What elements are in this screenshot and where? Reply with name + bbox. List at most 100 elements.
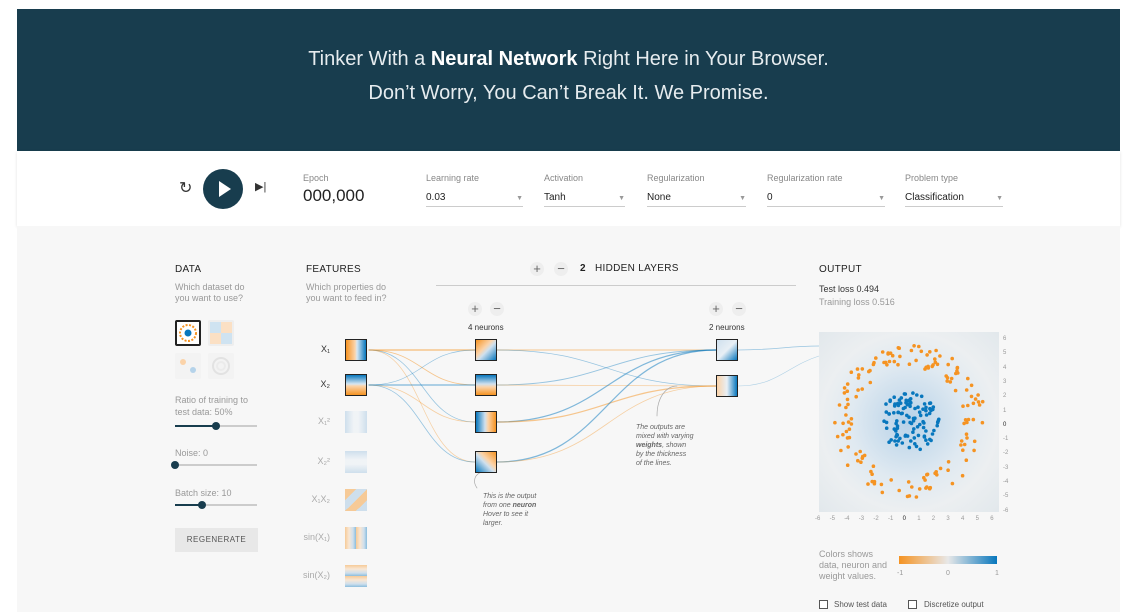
neuron-1-3[interactable]: [475, 411, 497, 433]
learning-rate-label: Learning rate: [426, 173, 480, 183]
data-point-orange: [959, 439, 964, 443]
show-test-data-checkbox[interactable]: [819, 600, 828, 609]
data-point-orange: [880, 350, 885, 354]
learning-rate-select[interactable]: 0.03 ▼: [426, 185, 523, 207]
data-point-orange: [856, 458, 860, 463]
play-icon: [219, 181, 231, 197]
data-point-blue: [903, 434, 908, 438]
neuron-note-bold: neuron: [512, 502, 537, 509]
data-point-orange: [872, 479, 877, 484]
data-point-orange: [845, 389, 850, 393]
y-tick-label: 2: [1003, 393, 1007, 400]
feature-sin-x2[interactable]: [345, 565, 367, 587]
activation-select[interactable]: Tanh ▼: [544, 185, 625, 207]
data-point-orange: [906, 480, 911, 484]
data-point-orange: [922, 475, 926, 480]
data-point-orange: [925, 485, 929, 489]
data-point-orange: [972, 448, 976, 453]
data-point-blue: [924, 405, 928, 410]
neuron-note: This is the output from one neuron Hover…: [483, 492, 536, 528]
data-point-blue: [896, 403, 901, 408]
data-point-orange: [897, 488, 901, 493]
reset-icon[interactable]: ↻: [179, 178, 192, 198]
data-point-orange: [837, 403, 842, 407]
activation-group: Activation: [544, 173, 583, 183]
feature-x1x2[interactable]: [345, 489, 367, 511]
data-point-orange: [839, 448, 843, 453]
feature-x1[interactable]: [345, 339, 367, 361]
data-point-blue: [900, 411, 904, 416]
y-tick-label: 0: [1003, 421, 1007, 428]
feature-label-sin-x1: sin(X₁): [303, 532, 330, 542]
data-point-orange: [845, 382, 850, 386]
neuron-1-1[interactable]: [475, 339, 497, 361]
data-point-blue: [921, 425, 926, 430]
feature-label-x1: X₁: [320, 344, 330, 354]
hero-title-line2: Don’t Worry, You Can’t Break It. We Prom…: [368, 82, 769, 104]
data-point-orange: [926, 364, 930, 369]
link: [368, 349, 476, 463]
chevron-down-icon: ▼: [996, 195, 1003, 202]
regularization-rate-value: 0: [767, 192, 773, 203]
data-point-orange: [912, 344, 916, 348]
discretize-output-checkbox[interactable]: [908, 600, 917, 609]
problem-type-select[interactable]: Classification ▼: [905, 185, 1003, 207]
data-point-blue: [924, 413, 929, 417]
data-point-blue: [908, 397, 913, 401]
data-point-blue: [918, 413, 923, 418]
x-tick-label: 6: [990, 516, 994, 522]
x-tick-label: -2: [873, 516, 879, 522]
neuron-1-2[interactable]: [475, 374, 497, 396]
step-icon[interactable]: ▶|: [255, 180, 266, 193]
data-point-blue: [894, 434, 898, 439]
feature-x1-squared[interactable]: [345, 411, 367, 433]
play-button[interactable]: [203, 169, 243, 209]
data-point-orange: [844, 429, 849, 434]
link: [737, 345, 820, 351]
x-tick-label: 2: [931, 516, 936, 522]
weights-note-line: mixed with varying: [636, 433, 694, 440]
data-point-orange: [872, 360, 876, 365]
regularization-rate-select[interactable]: 0 ▼: [767, 185, 885, 207]
data-point-orange: [860, 454, 865, 459]
data-point-orange: [898, 354, 902, 359]
data-point-orange: [928, 350, 932, 354]
neuron-2-2[interactable]: [716, 375, 738, 397]
regularization-group: Regularization: [647, 173, 705, 183]
data-point-orange: [835, 434, 840, 439]
data-point-orange: [980, 399, 985, 404]
data-point-blue: [887, 440, 891, 444]
data-point-orange: [946, 362, 950, 367]
feature-x2-squared[interactable]: [345, 451, 367, 473]
regularization-rate-group: Regularization rate: [767, 173, 843, 183]
data-point-blue: [901, 420, 906, 424]
feature-x2[interactable]: [345, 374, 367, 396]
neuron-1-4[interactable]: [475, 451, 497, 473]
weights-note-line: by the thickness: [636, 451, 687, 458]
weights-note-line: weights, shown: [636, 441, 694, 450]
data-point-orange: [887, 359, 892, 364]
data-point-blue: [887, 412, 891, 416]
data-point-blue: [924, 438, 928, 442]
hero-banner: Tinker With a Neural Network Right Here …: [17, 9, 1120, 151]
data-point-blue: [915, 393, 919, 397]
data-point-orange: [910, 485, 914, 489]
neuron-note-line: Hover to see it: [483, 511, 529, 518]
data-point-orange: [972, 439, 977, 444]
weights-note-text: , shown: [662, 442, 687, 449]
data-point-blue: [896, 410, 901, 415]
data-point-blue: [922, 434, 927, 438]
feature-sin-x1[interactable]: [345, 527, 367, 549]
y-tick-label: -2: [1003, 450, 1009, 457]
data-point-orange: [867, 369, 871, 374]
data-point-orange: [928, 485, 933, 490]
data-point-orange: [923, 367, 927, 371]
regularization-select[interactable]: None ▼: [647, 185, 746, 207]
data-point-blue: [898, 436, 902, 441]
data-point-orange: [933, 471, 937, 476]
feature-label-x1x2: X₁X₂: [311, 494, 330, 504]
chevron-down-icon: ▼: [618, 195, 625, 202]
neuron-2-1[interactable]: [716, 339, 738, 361]
feature-label-x2-squared: X₂²: [317, 456, 331, 466]
data-point-blue: [922, 402, 927, 406]
